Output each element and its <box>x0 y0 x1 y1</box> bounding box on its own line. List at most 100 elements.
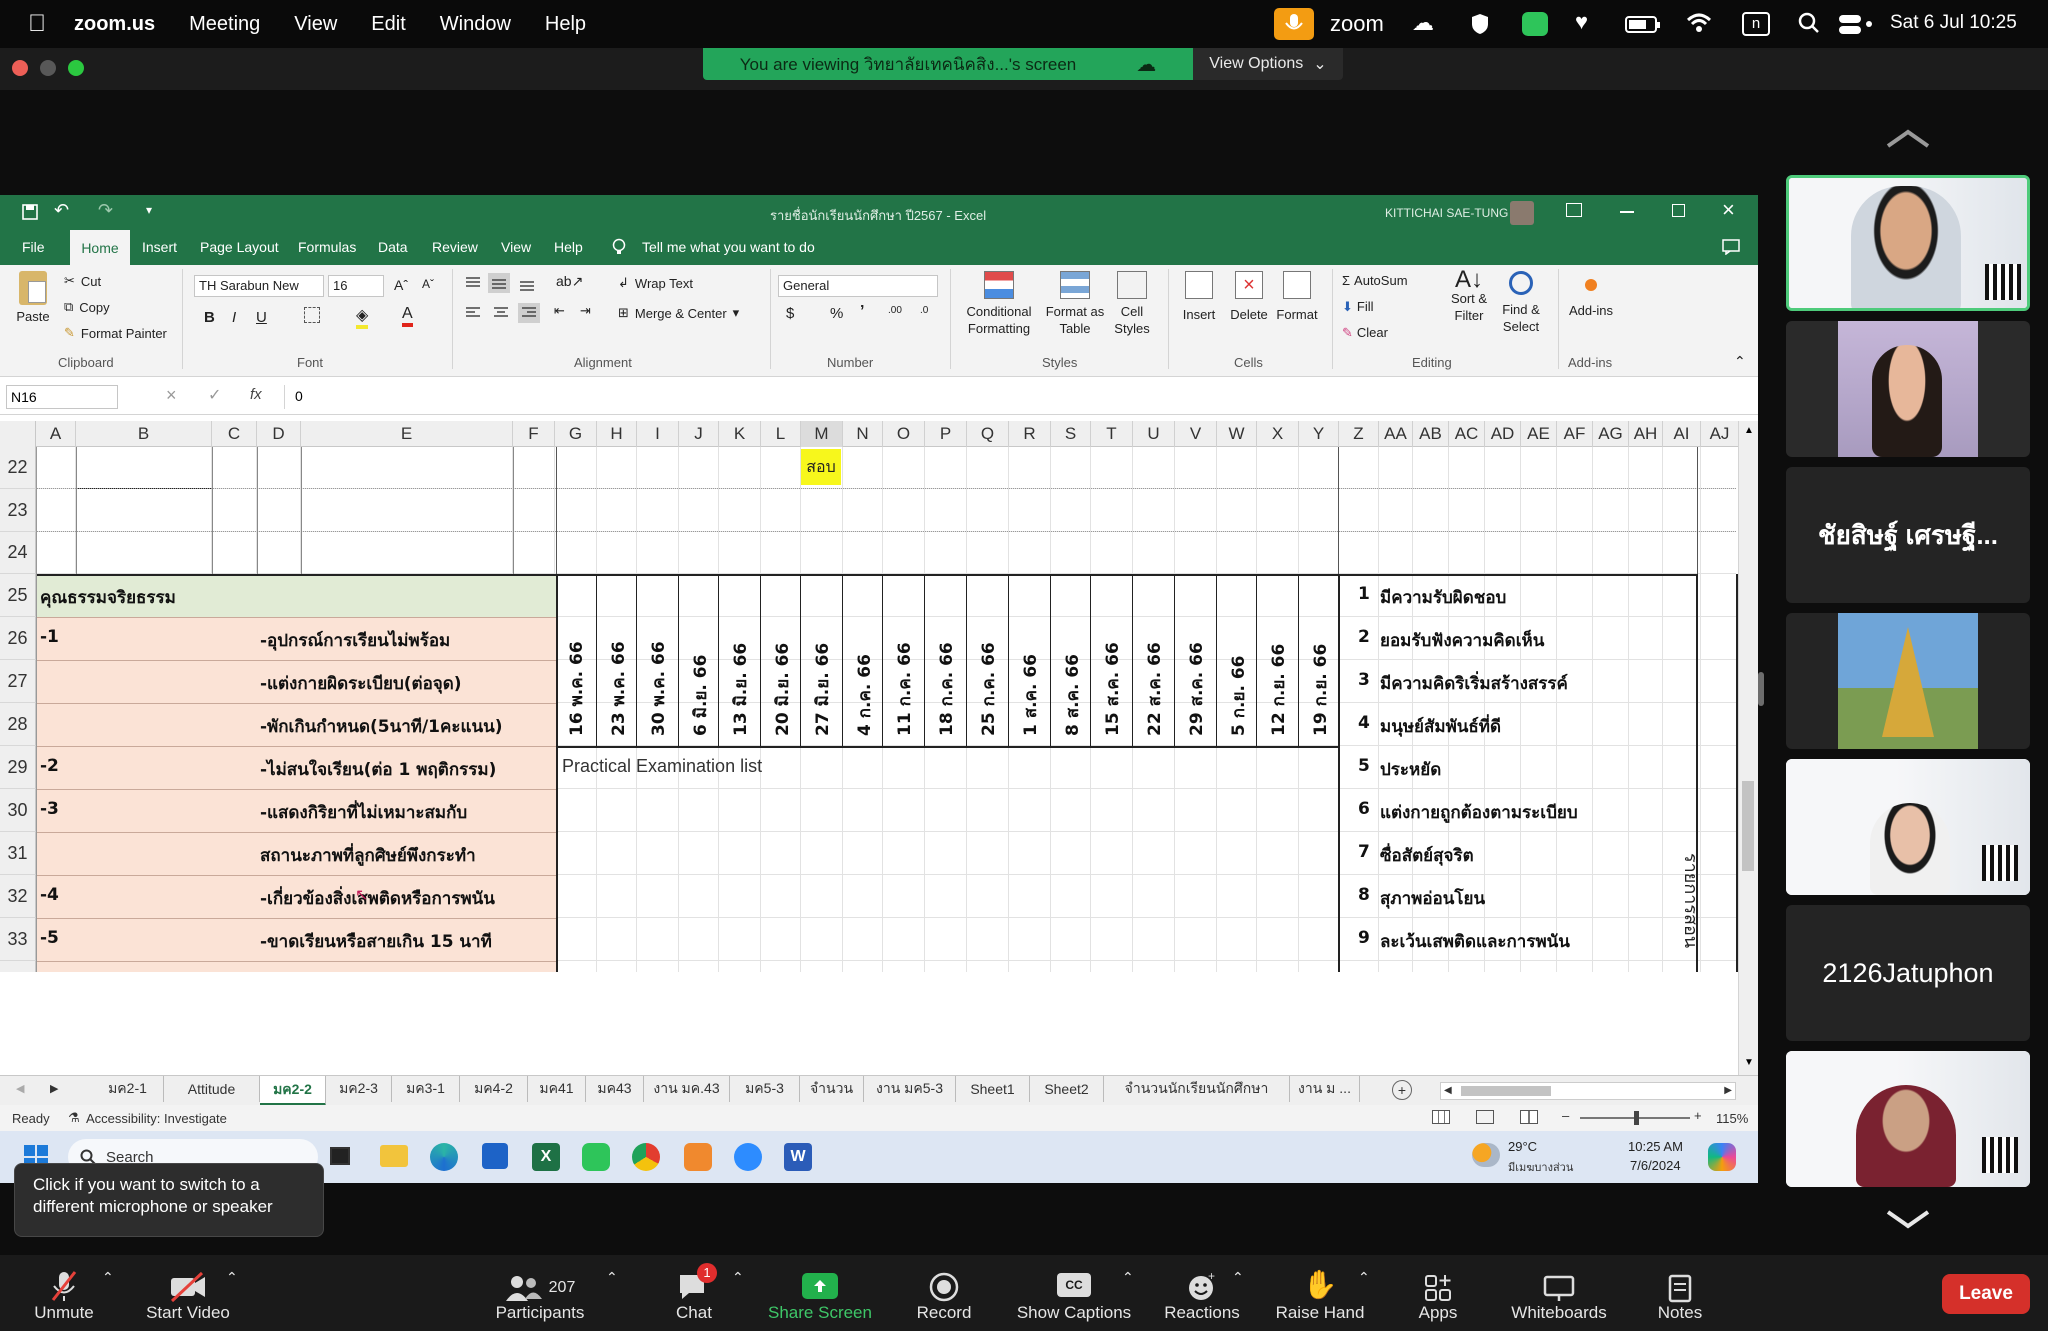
align-top-icon[interactable] <box>464 275 482 291</box>
page-layout-view-icon[interactable] <box>1476 1110 1494 1124</box>
accessibility-status[interactable]: Accessibility: Investigate <box>86 1111 227 1126</box>
column-header-y[interactable]: Y <box>1299 421 1339 447</box>
row-header-27[interactable]: 27 <box>0 660 36 703</box>
column-header-t[interactable]: T <box>1091 421 1133 447</box>
column-header-q[interactable]: Q <box>967 421 1009 447</box>
row-header-31[interactable]: 31 <box>0 832 36 875</box>
align-bottom-icon[interactable] <box>518 275 536 291</box>
clear-button[interactable]: ✎ Clear <box>1342 325 1388 341</box>
column-header-k[interactable]: K <box>719 421 761 447</box>
video-options-caret-icon[interactable]: ⌃ <box>226 1269 238 1286</box>
autosum-button[interactable]: Σ AutoSum <box>1342 273 1408 288</box>
edge-icon[interactable] <box>430 1143 458 1171</box>
sheet-tab[interactable]: มค4-2 <box>460 1076 528 1102</box>
find-select-button[interactable]: Find & Select <box>1494 271 1548 335</box>
new-sheet-icon[interactable]: + <box>1392 1080 1412 1100</box>
align-right-icon[interactable] <box>518 303 540 323</box>
row-header-22[interactable]: 22 <box>0 447 36 489</box>
row-header-26[interactable]: 26 <box>0 617 36 660</box>
column-header-aa[interactable]: AA <box>1379 421 1413 447</box>
column-header-ad[interactable]: AD <box>1485 421 1521 447</box>
apps-button[interactable]: Apps <box>1400 1255 1476 1331</box>
menu-app-name[interactable]: zoom.us <box>74 13 155 36</box>
currency-icon[interactable]: $ <box>786 305 794 322</box>
scroll-gallery-up-icon[interactable] <box>1884 128 1932 150</box>
sheet-tab[interactable]: จำนวนนักเรียนนักศึกษา <box>1104 1076 1290 1102</box>
wifi-icon[interactable] <box>1686 12 1712 34</box>
sheet-tab[interactable]: จำนวน <box>800 1076 864 1102</box>
decrease-indent-icon[interactable]: ⇤ <box>554 303 565 319</box>
weather-desc[interactable]: มีเมฆบางส่วน <box>1508 1158 1573 1176</box>
column-header-w[interactable]: W <box>1217 421 1257 447</box>
comments-icon[interactable] <box>1722 239 1740 255</box>
column-header-c[interactable]: C <box>212 421 257 447</box>
fill-button[interactable]: ⬇ Fill <box>1342 299 1374 315</box>
participant-video-tile[interactable] <box>1786 613 2030 749</box>
audio-options-caret-icon[interactable]: ⌃ <box>102 1269 114 1286</box>
ribbon-display-options-icon[interactable] <box>1566 203 1582 217</box>
sheet-tab[interactable]: มค2-3 <box>326 1076 392 1102</box>
tab-insert[interactable]: Insert <box>142 239 177 255</box>
participants-button[interactable]: 207 Participants <box>488 1255 592 1331</box>
show-captions-button[interactable]: CC Show Captions <box>1006 1255 1142 1331</box>
wrap-text-button[interactable]: ↲ Wrap Text <box>618 275 693 291</box>
name-box[interactable]: N16 <box>6 385 118 409</box>
task-view-icon[interactable] <box>330 1147 350 1165</box>
input-source-icon[interactable]: n <box>1742 12 1770 36</box>
decrease-font-icon[interactable]: Aˇ <box>422 277 434 291</box>
file-explorer-icon[interactable] <box>380 1145 408 1167</box>
align-center-icon[interactable] <box>492 305 510 321</box>
scroll-tabs-left-icon[interactable]: ◀ <box>16 1082 24 1095</box>
column-header-p[interactable]: P <box>925 421 967 447</box>
restore-excel-button[interactable] <box>1672 204 1685 217</box>
menu-window[interactable]: Window <box>440 13 511 36</box>
row-header-30[interactable]: 30 <box>0 789 36 832</box>
tab-page-layout[interactable]: Page Layout <box>200 239 279 255</box>
column-header-ab[interactable]: AB <box>1413 421 1449 447</box>
column-header-ac[interactable]: AC <box>1449 421 1485 447</box>
store-icon[interactable] <box>482 1143 508 1169</box>
save-icon[interactable] <box>22 204 38 220</box>
column-header-d[interactable]: D <box>257 421 301 447</box>
sort-filter-button[interactable]: A↓ Sort & Filter <box>1444 268 1494 324</box>
captions-caret-icon[interactable]: ⌃ <box>1122 1269 1134 1286</box>
format-cells-button[interactable]: Format <box>1274 271 1320 322</box>
zoom-taskbar-icon[interactable] <box>734 1143 762 1171</box>
whiteboards-button[interactable]: Whiteboards <box>1498 1255 1620 1331</box>
sheet-tab[interactable]: งาน ม ... <box>1290 1076 1360 1102</box>
menu-edit[interactable]: Edit <box>371 13 405 36</box>
increase-indent-icon[interactable]: ⇥ <box>580 303 591 319</box>
column-header-m[interactable]: M <box>801 421 843 447</box>
page-break-view-icon[interactable] <box>1520 1110 1538 1124</box>
font-name-select[interactable]: TH Sarabun New <box>194 275 324 297</box>
increase-decimal-icon[interactable]: .00 <box>888 305 902 316</box>
underline-button[interactable]: U <box>256 309 267 326</box>
close-window-button[interactable] <box>12 60 28 76</box>
maximize-window-button[interactable] <box>68 60 84 76</box>
column-header-b[interactable]: B <box>76 421 212 447</box>
share-screen-button[interactable]: Share Screen <box>760 1255 880 1331</box>
paste-button[interactable]: Paste <box>12 271 54 351</box>
microphone-status-icon[interactable] <box>1274 8 1314 40</box>
row-header-34[interactable]: 34 <box>0 961 36 972</box>
zoom-slider[interactable] <box>1580 1111 1690 1125</box>
column-header-i[interactable]: I <box>637 421 679 447</box>
column-header-l[interactable]: L <box>761 421 801 447</box>
scroll-left-arrow[interactable]: ◀ <box>1444 1085 1452 1096</box>
unmute-button[interactable]: Unmute <box>20 1255 108 1331</box>
column-header-z[interactable]: Z <box>1339 421 1379 447</box>
weather-temp[interactable]: 29°C <box>1508 1139 1537 1154</box>
cut-button[interactable]: ✂ Cut <box>64 273 101 289</box>
word-taskbar-icon[interactable]: W <box>784 1143 812 1171</box>
redo-icon[interactable]: ↷ <box>98 200 113 221</box>
normal-view-icon[interactable] <box>1432 1110 1450 1124</box>
increase-font-icon[interactable]: Aˆ <box>394 277 408 293</box>
sheet-tab[interactable]: งาน มค5-3 <box>864 1076 956 1102</box>
raise-hand-button[interactable]: ✋ Raise Hand <box>1264 1255 1376 1331</box>
column-header-g[interactable]: G <box>555 421 597 447</box>
view-options-button[interactable]: View Options ⌄ <box>1193 48 1343 80</box>
participant-video-tile[interactable] <box>1786 321 2030 457</box>
worksheet-grid[interactable]: 222324252627282930313233343536สอบคุณธรรม… <box>0 447 1738 972</box>
column-header-af[interactable]: AF <box>1557 421 1593 447</box>
sheet-tab[interactable]: Attitude <box>164 1076 260 1102</box>
